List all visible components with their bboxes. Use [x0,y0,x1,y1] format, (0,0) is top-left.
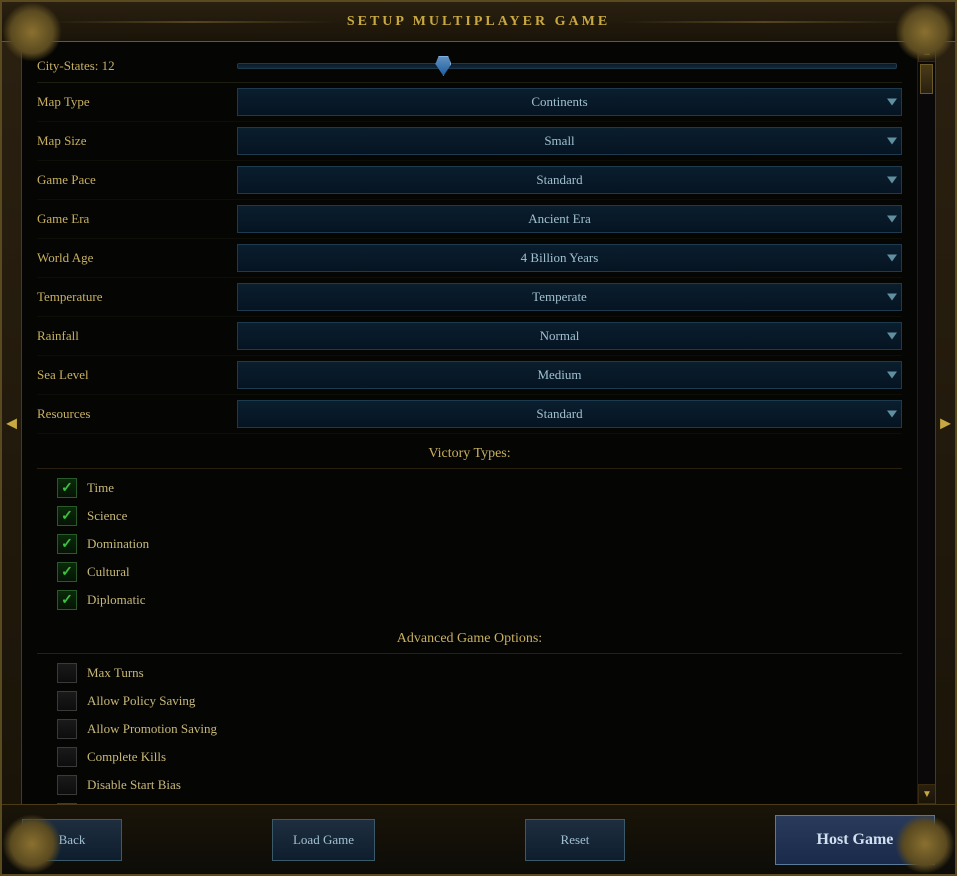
setting-row-6: Rainfall Normal [37,317,902,356]
victory-label-0: Time [87,480,114,496]
setting-dropdown-4[interactable]: 4 Billion Years [237,244,902,272]
setting-label-6: Rainfall [37,328,237,344]
advanced-row-3: Complete Kills [37,743,902,771]
advanced-label-1: Allow Policy Saving [87,693,195,709]
city-states-slider-track [237,63,897,69]
title-bar: SETUP MULTIPLAYER GAME [2,2,955,42]
setting-row-0: Map Type Continents [37,83,902,122]
advanced-options-header: Advanced Game Options: [37,619,902,654]
setting-dropdown-8[interactable]: Standard [237,400,902,428]
victory-types-header: Victory Types: [37,434,902,469]
setting-label-2: Game Pace [37,172,237,188]
scroll-wrapper[interactable]: City-States: 12 Map Type Continents Map … [22,42,917,804]
setting-label-5: Temperature [37,289,237,305]
setting-row-3: Game Era Ancient Era [37,200,902,239]
victory-checkbox-4[interactable] [57,590,77,610]
city-states-row: City-States: 12 [37,50,902,83]
victory-row-2: Domination [37,530,902,558]
setting-row-2: Game Pace Standard [37,161,902,200]
victory-row-1: Science [37,502,902,530]
setting-dropdown-0[interactable]: Continents [237,88,902,116]
advanced-checkbox-5[interactable] [57,803,77,804]
left-side-decoration: ◄ [2,42,22,804]
advanced-label-3: Complete Kills [87,749,166,765]
scrollbar-thumb[interactable] [920,64,933,94]
victory-checkbox-0[interactable] [57,478,77,498]
victory-label-3: Cultural [87,564,130,580]
settings-container: City-States: 12 Map Type Continents Map … [22,42,917,804]
victory-label-1: Science [87,508,127,524]
scroll-down-button[interactable]: ▼ [918,784,936,804]
settings-rows: Map Type Continents Map Size Small Game … [37,83,902,434]
reset-button[interactable]: Reset [525,819,625,861]
content-area: City-States: 12 Map Type Continents Map … [22,42,917,804]
setting-label-7: Sea Level [37,367,237,383]
city-states-label: City-States: 12 [37,58,237,74]
corner-decoration-bl [2,814,62,874]
victory-types-list: Time Science Domination Cultural Diploma… [37,469,902,619]
outer-frame: SETUP MULTIPLAYER GAME ◄ City-States: 12 [0,0,957,876]
load-game-button[interactable]: Load Game [272,819,375,861]
advanced-row-4: Disable Start Bias [37,771,902,799]
victory-label-2: Domination [87,536,149,552]
victory-checkbox-1[interactable] [57,506,77,526]
scrollbar: ▲ ▼ [917,42,935,804]
advanced-row-1: Allow Policy Saving [37,687,902,715]
city-states-slider-thumb[interactable] [435,56,451,76]
setting-dropdown-7[interactable]: Medium [237,361,902,389]
setting-label-4: World Age [37,250,237,266]
advanced-row-2: Allow Promotion Saving [37,715,902,743]
corner-decoration-br [895,814,955,874]
advanced-checkbox-3[interactable] [57,747,77,767]
victory-checkbox-3[interactable] [57,562,77,582]
setting-row-1: Map Size Small [37,122,902,161]
right-arrow-icon[interactable]: ► [937,413,955,434]
page-title: SETUP MULTIPLAYER GAME [347,14,610,30]
setting-dropdown-6[interactable]: Normal [237,322,902,350]
setting-label-0: Map Type [37,94,237,110]
right-side-decoration: ► [935,42,955,804]
setting-label-8: Resources [37,406,237,422]
advanced-checkbox-2[interactable] [57,719,77,739]
setting-dropdown-2[interactable]: Standard [237,166,902,194]
victory-row-4: Diplomatic [37,586,902,614]
setting-row-8: Resources Standard [37,395,902,434]
setting-dropdown-5[interactable]: Temperate [237,283,902,311]
corner-decoration-tr [895,2,955,62]
victory-row-0: Time [37,474,902,502]
advanced-checkbox-4[interactable] [57,775,77,795]
advanced-row-5: Enable Turn Timer [37,799,902,804]
advanced-label-0: Max Turns [87,665,144,681]
setting-label-3: Game Era [37,211,237,227]
bottom-bar: Back Load Game Reset Host Game [2,804,955,874]
victory-row-3: Cultural [37,558,902,586]
left-arrow-icon[interactable]: ◄ [3,413,21,434]
corner-decoration-tl [2,2,62,62]
advanced-checkbox-0[interactable] [57,663,77,683]
setting-dropdown-3[interactable]: Ancient Era [237,205,902,233]
advanced-options-list: Max Turns Allow Policy Saving Allow Prom… [37,654,902,804]
victory-checkbox-2[interactable] [57,534,77,554]
scrollbar-track [918,62,935,784]
setting-dropdown-1[interactable]: Small [237,127,902,155]
advanced-row-0: Max Turns [37,659,902,687]
setting-row-5: Temperature Temperate [37,278,902,317]
advanced-label-2: Allow Promotion Saving [87,721,217,737]
victory-label-4: Diplomatic [87,592,146,608]
setting-row-4: World Age 4 Billion Years [37,239,902,278]
setting-label-1: Map Size [37,133,237,149]
setting-row-7: Sea Level Medium [37,356,902,395]
advanced-checkbox-1[interactable] [57,691,77,711]
advanced-label-4: Disable Start Bias [87,777,181,793]
city-states-slider-container [237,63,902,69]
